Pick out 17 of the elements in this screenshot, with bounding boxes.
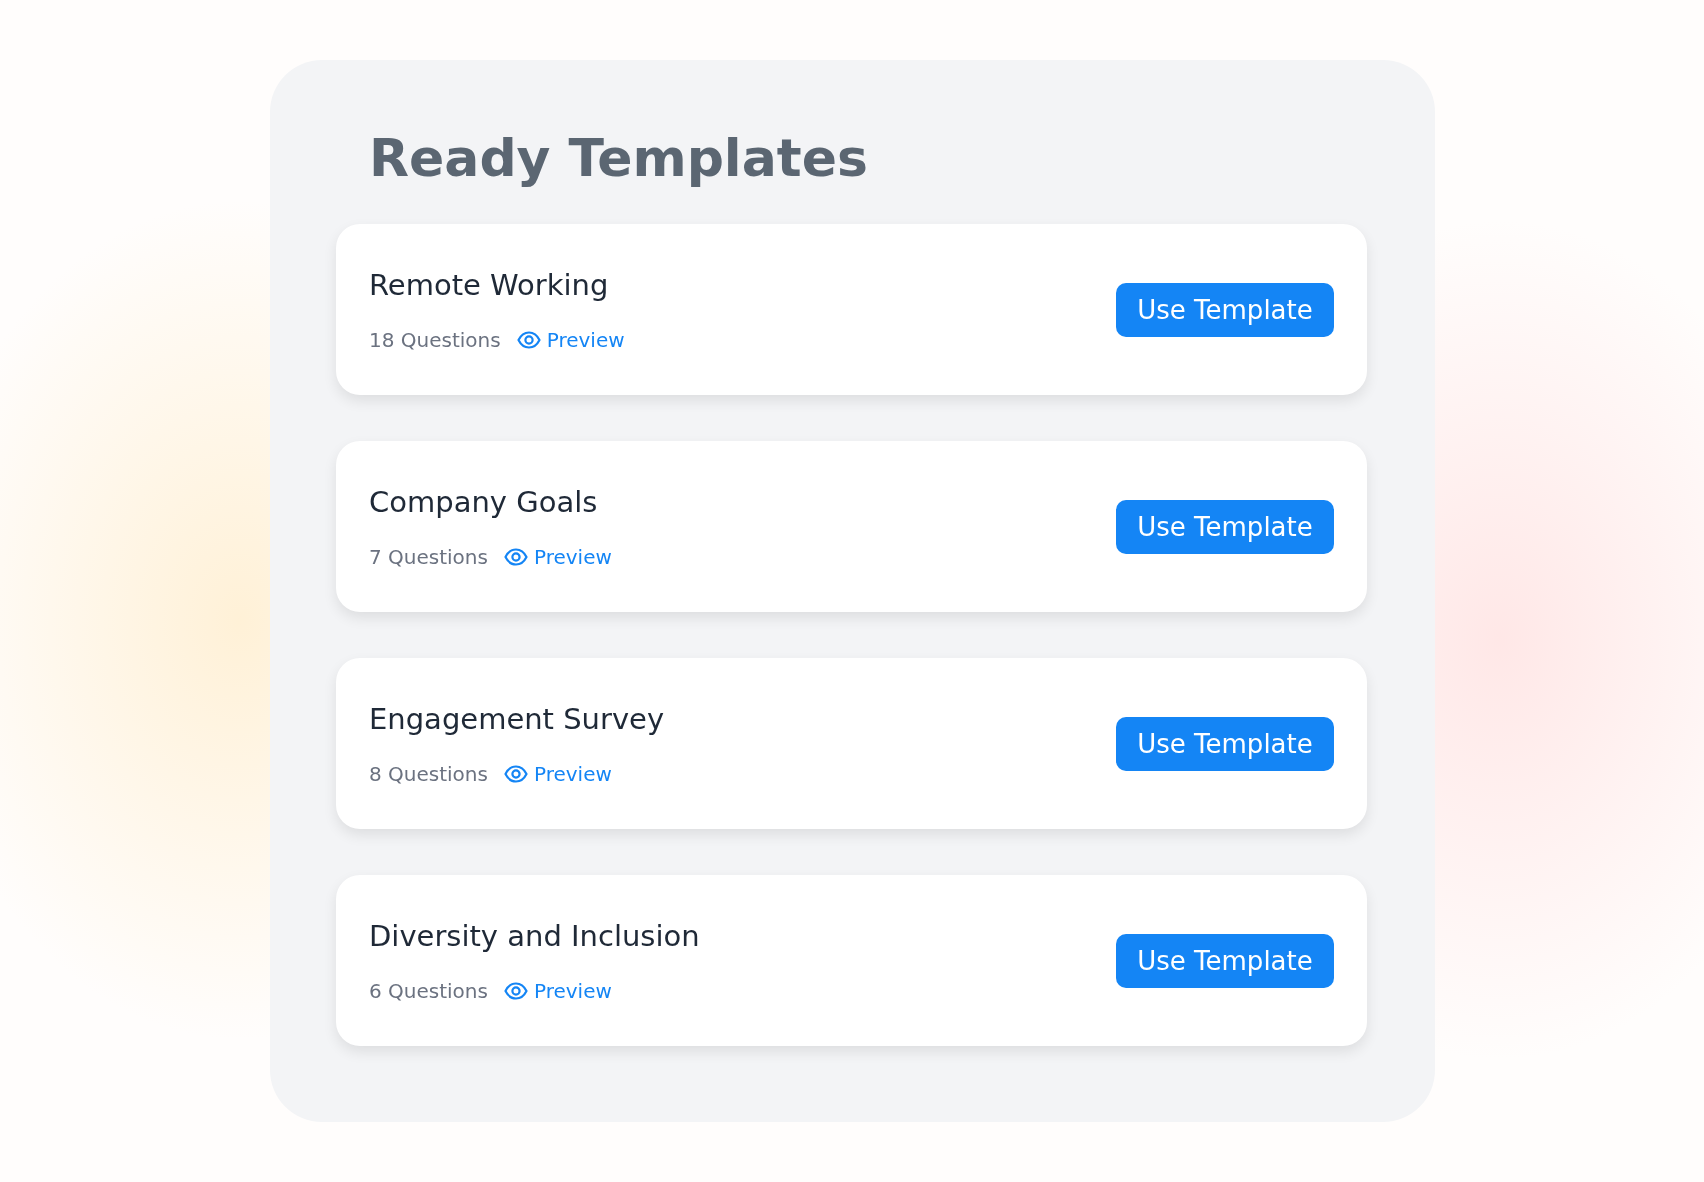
question-count: 6 Questions (369, 978, 488, 1003)
panel-title: Ready Templates (369, 127, 869, 190)
use-template-button[interactable]: Use Template (1116, 716, 1334, 771)
question-count: 7 Questions (369, 544, 488, 569)
template-name: Engagement Survey (369, 701, 665, 736)
preview-link[interactable]: Preview (503, 761, 612, 786)
use-template-button[interactable]: Use Template (1116, 933, 1334, 988)
preview-link[interactable]: Preview (503, 978, 612, 1003)
question-count: 8 Questions (369, 761, 488, 786)
preview-link[interactable]: Preview (516, 327, 625, 352)
preview-link[interactable]: Preview (503, 544, 612, 569)
template-name: Diversity and Inclusion (369, 918, 700, 953)
use-template-button[interactable]: Use Template (1116, 282, 1334, 337)
template-name: Remote Working (369, 267, 610, 302)
template-name: Company Goals (369, 484, 599, 519)
question-count: 18 Questions (369, 327, 501, 352)
use-template-button[interactable]: Use Template (1116, 499, 1334, 554)
